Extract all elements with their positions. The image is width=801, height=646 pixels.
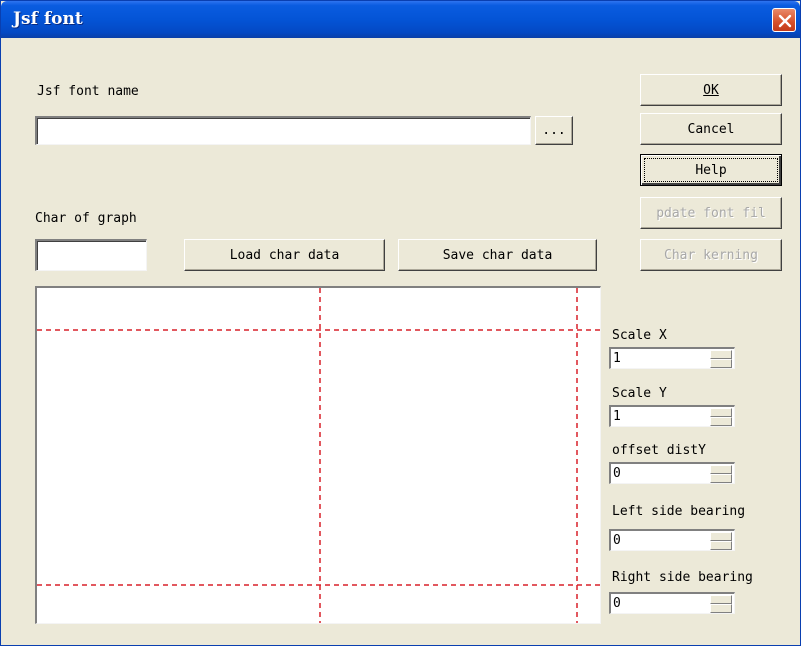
- spin-down-button[interactable]: [710, 359, 732, 368]
- load-char-data-button[interactable]: Load char data: [184, 239, 385, 271]
- save-char-data-label: Save char data: [442, 247, 553, 263]
- spin-up-button[interactable]: [710, 408, 732, 417]
- spin-down-button[interactable]: [710, 417, 732, 426]
- cancel-button[interactable]: Cancel: [640, 113, 782, 145]
- spin-arrows[interactable]: [710, 408, 732, 426]
- cancel-label: Cancel: [687, 121, 735, 137]
- browse-label: ...: [542, 123, 566, 138]
- spin-up-button[interactable]: [710, 595, 732, 604]
- param-label: Scale X: [612, 328, 667, 343]
- scale-y-spinner[interactable]: 1: [609, 405, 735, 427]
- char-of-graph-label: Char of graph: [35, 211, 137, 226]
- glyph-canvas[interactable]: [35, 286, 601, 624]
- param-value: 0: [613, 596, 621, 611]
- update-font-file-button[interactable]: pdate font fil: [640, 197, 782, 229]
- close-icon: [778, 14, 792, 28]
- char-kerning-button[interactable]: Char kerning: [640, 239, 782, 271]
- right-side-bearing-spinner[interactable]: 0: [609, 592, 735, 614]
- save-char-data-button[interactable]: Save char data: [398, 239, 597, 271]
- load-char-data-label: Load char data: [229, 247, 340, 263]
- spin-arrows[interactable]: [710, 595, 732, 613]
- scale-x-spinner[interactable]: 1: [609, 347, 735, 369]
- param-value: 0: [613, 466, 621, 481]
- window-title: Jsf font: [13, 9, 83, 29]
- spin-up-button[interactable]: [710, 350, 732, 359]
- param-value: 1: [613, 409, 621, 424]
- jsf-font-dialog: Jsf font Jsf font name ... OK Cancel Hel…: [0, 0, 801, 646]
- left-side-bearing-spinner[interactable]: 0: [609, 529, 735, 551]
- char-of-graph-input[interactable]: [35, 239, 147, 271]
- help-button[interactable]: Help: [640, 154, 782, 186]
- ok-button[interactable]: OK: [640, 74, 782, 106]
- focus-ring: [644, 158, 778, 182]
- update-font-file-label: pdate font fil: [656, 205, 766, 221]
- param-label: Right side bearing: [612, 570, 753, 585]
- close-button[interactable]: [772, 8, 796, 32]
- font-name-label: Jsf font name: [37, 84, 139, 99]
- param-value: 0: [613, 533, 621, 548]
- param-label: Left side bearing: [612, 504, 746, 519]
- spin-arrows[interactable]: [710, 465, 732, 483]
- spin-up-button[interactable]: [710, 465, 732, 474]
- spin-arrows[interactable]: [710, 350, 732, 368]
- guide-lines: [37, 288, 600, 623]
- param-value: 1: [613, 351, 621, 366]
- spin-down-button[interactable]: [710, 474, 732, 483]
- spin-arrows[interactable]: [710, 532, 732, 550]
- offset-disty-spinner[interactable]: 0: [609, 462, 735, 484]
- spin-down-button[interactable]: [710, 604, 732, 613]
- ok-label: OK: [703, 82, 719, 98]
- char-kerning-label: Char kerning: [664, 247, 758, 263]
- param-label: offset distY: [612, 443, 706, 458]
- param-label: Scale Y: [612, 386, 667, 401]
- browse-button[interactable]: ...: [535, 116, 573, 145]
- spin-up-button[interactable]: [710, 532, 732, 541]
- font-name-input[interactable]: [35, 116, 531, 145]
- title-bar[interactable]: Jsf font: [1, 1, 800, 38]
- spin-down-button[interactable]: [710, 541, 732, 550]
